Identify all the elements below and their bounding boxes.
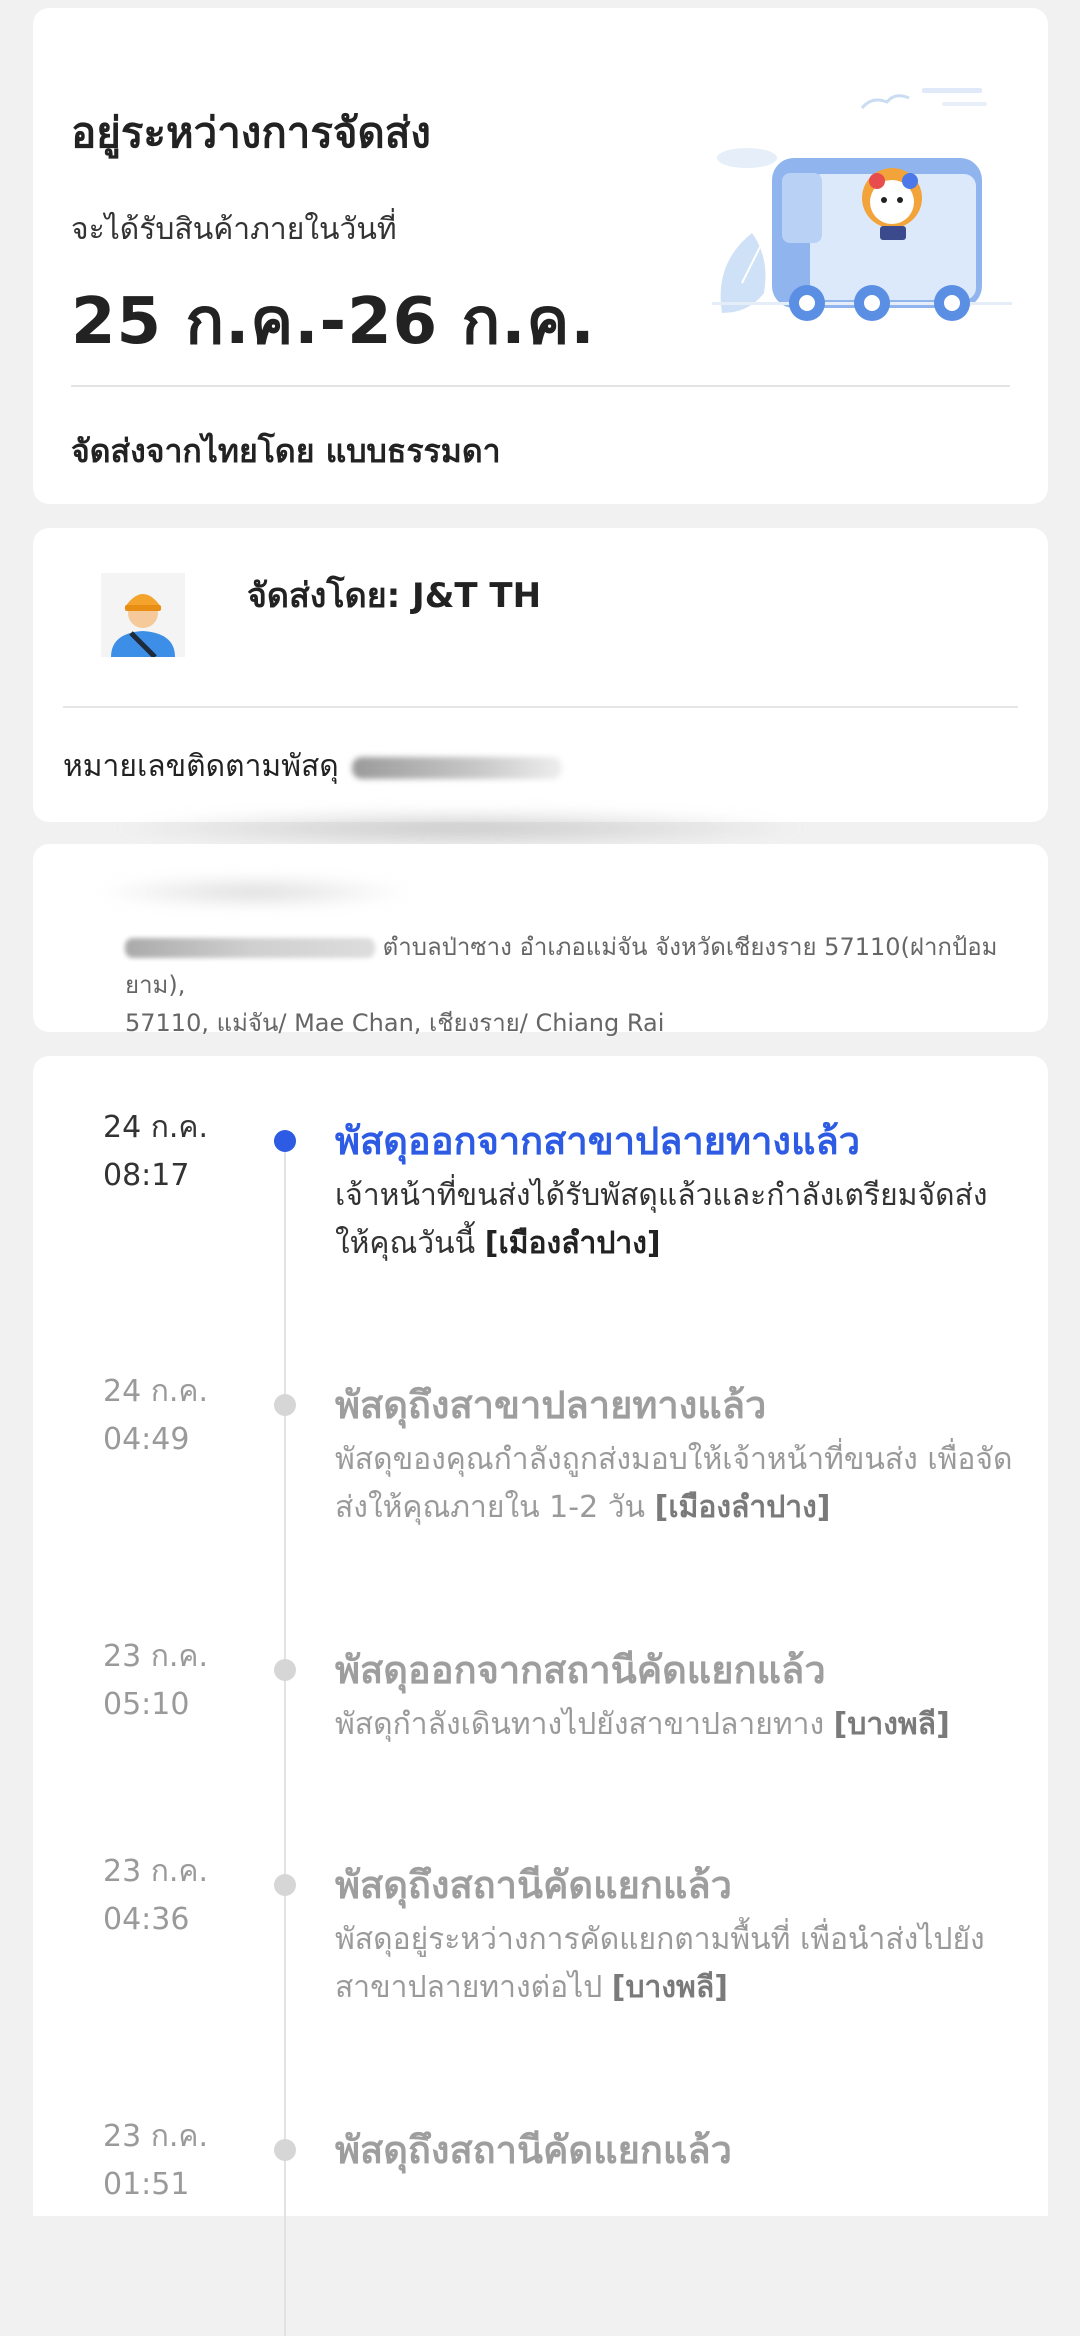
timeline-dot xyxy=(274,1394,296,1416)
event-location: [บางพลี] xyxy=(833,1707,950,1742)
delivery-address: ตำบลป่าซาง อำเภอแม่จัน จังหวัดเชียงราย 5… xyxy=(125,928,1025,1042)
event-timestamp: 23 ก.ค. 05:10 xyxy=(103,1633,233,1729)
timeline-dot xyxy=(274,2139,296,2161)
tracking-number-row[interactable]: หมายเลขติดตามพัสดุ xyxy=(63,743,563,790)
event-description: พัสดุของคุณกำลังถูกส่งมอบให้เจ้าหน้าที่ข… xyxy=(335,1436,1015,1532)
event-title: พัสดุถึงสถานีคัดแยกแล้ว xyxy=(335,1863,732,1907)
address-redacted xyxy=(125,938,375,958)
event-description: พัสดุกำลังเดินทางไปยังสาขาปลายทาง [บางพล… xyxy=(335,1701,1015,1749)
event-title: พัสดุออกจากสถานีคัดแยกแล้ว xyxy=(335,1648,826,1692)
delivery-status-card: อยู่ระหว่างการจัดส่ง จะได้รับสินค้าภายใน… xyxy=(33,8,1048,504)
shipping-method: จัดส่งจากไทยโดย แบบธรรมดา xyxy=(71,432,501,470)
event-time: 04:49 xyxy=(103,1422,190,1457)
event-date: 24 ก.ค. xyxy=(103,1110,209,1145)
event-time: 08:17 xyxy=(103,1158,190,1193)
event-date: 23 ก.ค. xyxy=(103,1639,209,1674)
carrier-card[interactable]: จัดส่งโดย: J&T TH หมายเลขติดตามพัสดุ xyxy=(33,528,1048,822)
recipient-redacted xyxy=(93,874,413,910)
status-title: อยู่ระหว่างการจัดส่ง xyxy=(71,108,431,157)
event-date: 23 ก.ค. xyxy=(103,2119,209,2154)
event-timestamp: 23 ก.ค. 01:51 xyxy=(103,2113,233,2209)
carrier-name: จัดส่งโดย: J&T TH xyxy=(247,576,542,616)
event-location: [เมืองลำปาง] xyxy=(654,1490,831,1525)
event-date: 23 ก.ค. xyxy=(103,1854,209,1889)
divider xyxy=(71,385,1010,387)
event-timestamp: 24 ก.ค. 08:17 xyxy=(103,1104,233,1200)
event-title: พัสดุถึงสถานีคัดแยกแล้ว xyxy=(335,2128,732,2172)
tracking-number-label: หมายเลขติดตามพัสดุ xyxy=(63,749,339,784)
timeline-dot xyxy=(274,1659,296,1681)
event-date: 24 ก.ค. xyxy=(103,1374,209,1409)
event-title: พัสดุออกจากสาขาปลายทางแล้ว xyxy=(335,1119,861,1163)
event-time: 01:51 xyxy=(103,2167,190,2202)
courier-avatar-icon xyxy=(101,573,185,657)
divider xyxy=(63,706,1018,708)
event-location: [บางพลี] xyxy=(611,1970,728,2005)
tracking-number-redacted xyxy=(352,756,563,779)
event-desc-text: เจ้าหน้าที่ขนส่งได้รับพัสดุแล้วและกำลังเ… xyxy=(335,1178,988,1261)
event-title: พัสดุถึงสาขาปลายทางแล้ว xyxy=(335,1383,767,1427)
delivery-date-range: 25 ก.ค.-26 ก.ค. xyxy=(71,285,596,359)
tracking-timeline-card: 24 ก.ค. 08:17 พัสดุออกจากสาขาปลายทางแล้วเจ… xyxy=(33,1056,1048,2336)
event-description: เจ้าหน้าที่ขนส่งได้รับพัสดุแล้วและกำลังเ… xyxy=(335,1172,1015,1268)
address-line-2: 57110, แม่จัน/ Mae Chan, เชียงราย/ Chian… xyxy=(125,1009,665,1037)
event-time: 05:10 xyxy=(103,1687,190,1722)
timeline-dot xyxy=(274,1874,296,1896)
address-card: ตำบลป่าซาง อำเภอแม่จัน จังหวัดเชียงราย 5… xyxy=(33,844,1048,1037)
event-desc-text: พัสดุกำลังเดินทางไปยังสาขาปลายทาง xyxy=(335,1707,834,1742)
event-time: 04:36 xyxy=(103,1902,190,1937)
event-timestamp: 23 ก.ค. 04:36 xyxy=(103,1848,233,1944)
timeline-dot xyxy=(274,1130,296,1152)
event-description: พัสดุอยู่ระหว่างการคัดแยกตามพื้นที่ เพื่… xyxy=(335,1916,1015,2012)
status-subtitle: จะได้รับสินค้าภายในวันที่ xyxy=(71,212,397,247)
redacted-strip xyxy=(110,808,810,848)
event-location: [เมืองลำปาง] xyxy=(484,1226,661,1261)
event-timestamp: 24 ก.ค. 04:49 xyxy=(103,1368,233,1464)
delivery-truck-icon xyxy=(712,88,1012,321)
